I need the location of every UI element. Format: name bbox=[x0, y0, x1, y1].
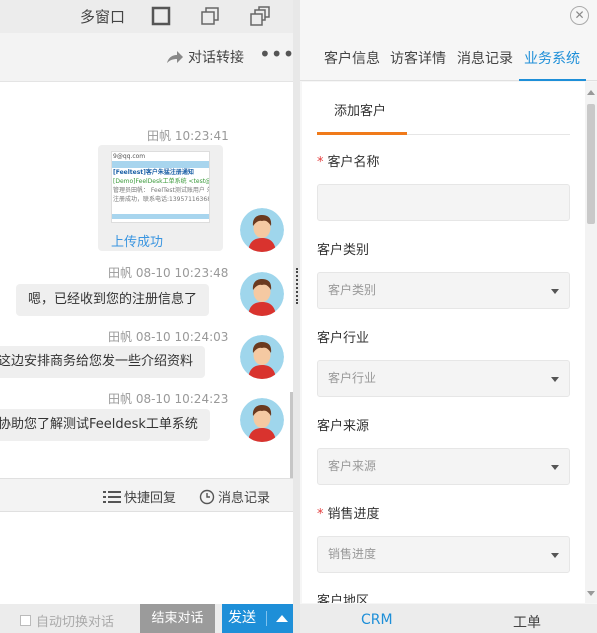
message-meta: 田帆 08-10 10:23:48 bbox=[108, 266, 229, 280]
send-button[interactable]: 发送 bbox=[222, 604, 293, 633]
customer-name-label: * 客户名称 bbox=[317, 151, 380, 170]
auto-switch-checkbox[interactable] bbox=[20, 615, 31, 626]
send-label: 发送 bbox=[228, 610, 256, 626]
sales-progress-select[interactable]: 销售进度 bbox=[317, 536, 570, 573]
text-message: 协助您了解测试Feeldesk工单系统 bbox=[0, 409, 210, 441]
customer-industry-label: 客户行业 bbox=[317, 331, 370, 346]
chat-pane: 多窗口 对话转接 ••• 田帆 10:23:41 9@qq.com [Feelt… bbox=[0, 0, 293, 633]
chat-footer: 自动切换对话 结束对话 发送 bbox=[0, 604, 293, 633]
email-screenshot-thumbnail[interactable]: 9@qq.com [Feeltest]客户朱猛注册通知 [Demo]FeelDe… bbox=[111, 151, 210, 223]
select-placeholder: 销售进度 bbox=[328, 547, 377, 561]
pane-divider[interactable] bbox=[293, 0, 300, 633]
select-placeholder: 客户类别 bbox=[328, 283, 377, 297]
send-options-caret-icon[interactable] bbox=[276, 615, 288, 622]
transfer-chat-button[interactable]: 对话转接 bbox=[166, 46, 244, 68]
transfer-label: 对话转接 bbox=[188, 50, 244, 66]
form-scrollbar[interactable] bbox=[585, 82, 597, 603]
thumb-band bbox=[112, 161, 209, 168]
active-tab-indicator bbox=[519, 79, 586, 81]
scroll-up-icon[interactable] bbox=[587, 90, 595, 95]
image-message[interactable]: 9@qq.com [Feeltest]客户朱猛注册通知 [Demo]FeelDe… bbox=[98, 145, 223, 251]
subtab-active-indicator bbox=[317, 132, 407, 135]
customer-type-select[interactable]: 客户类别 bbox=[317, 272, 570, 309]
add-customer-form: 添加客户 * 客户名称 客户类别 客户类别 客户行业 客户行业 客户来源 客户来源 bbox=[302, 82, 585, 603]
share-arrow-icon bbox=[167, 51, 183, 63]
message-list: 田帆 10:23:41 9@qq.com [Feeltest]客户朱猛注册通知 … bbox=[0, 83, 293, 477]
message-history-button[interactable]: 消息记录 bbox=[199, 487, 270, 506]
thumb-line: [Feeltest]客户朱猛注册通知 bbox=[113, 169, 194, 176]
close-icon[interactable]: ✕ bbox=[570, 6, 589, 25]
scrollbar-thumb[interactable] bbox=[587, 104, 595, 224]
maximize-icon[interactable] bbox=[150, 5, 172, 27]
customer-region-label: 客户地区 bbox=[317, 594, 370, 603]
app-root: 多窗口 对话转接 ••• 田帆 10:23:41 9@qq.com [Feelt… bbox=[0, 0, 597, 633]
chevron-down-icon bbox=[551, 289, 559, 294]
select-placeholder: 客户行业 bbox=[328, 371, 377, 385]
quick-toolbar: 快捷回复 消息记录 bbox=[0, 478, 293, 512]
tab-customer-info[interactable]: 客户信息 bbox=[324, 48, 380, 68]
text-message: 嗯，已经收到您的注册信息了 bbox=[16, 284, 210, 316]
message-compose-area[interactable] bbox=[0, 512, 293, 604]
customer-type-label: 客户类别 bbox=[317, 243, 370, 258]
customer-source-label: 客户来源 bbox=[317, 419, 370, 434]
thumb-line: [Demo]FeelDesk工单系统 <test@fe bbox=[113, 178, 210, 185]
agent-avatar bbox=[240, 272, 284, 316]
message-history-label: 消息记录 bbox=[218, 491, 271, 506]
thumb-band bbox=[112, 214, 209, 219]
crm-button[interactable]: CRM bbox=[361, 612, 393, 628]
customer-source-select[interactable]: 客户来源 bbox=[317, 448, 570, 485]
ticket-button[interactable]: 工单 bbox=[513, 612, 541, 632]
side-panel: ✕ 客户信息 访客详情 消息记录 业务系统 添加客户 * 客户名称 客户类别 客户… bbox=[300, 0, 597, 633]
agent-avatar bbox=[240, 335, 284, 379]
required-marker: * bbox=[317, 507, 324, 522]
chat-header: 对话转接 ••• bbox=[0, 33, 293, 82]
side-panel-header: ✕ bbox=[300, 0, 597, 33]
required-marker: * bbox=[317, 155, 324, 170]
end-chat-button[interactable]: 结束对话 bbox=[140, 604, 215, 633]
auto-switch-label: 自动切换对话 bbox=[36, 615, 115, 630]
list-icon bbox=[103, 490, 121, 503]
quick-reply-button[interactable]: 快捷回复 bbox=[103, 487, 176, 506]
field-label-text: 客户名称 bbox=[327, 155, 380, 170]
tab-visitor-details[interactable]: 访客详情 bbox=[390, 48, 446, 68]
scroll-down-icon[interactable] bbox=[587, 591, 595, 596]
thumb-line: 注册成功，联系电话:13957116368, bbox=[113, 196, 210, 203]
customer-name-input[interactable] bbox=[317, 184, 570, 221]
select-placeholder: 客户来源 bbox=[328, 459, 377, 473]
subtab-add-customer[interactable]: 添加客户 bbox=[334, 100, 386, 119]
chevron-down-icon bbox=[551, 465, 559, 470]
auto-switch-toggle[interactable]: 自动切换对话 bbox=[20, 611, 114, 630]
sales-progress-label: * 销售进度 bbox=[317, 503, 380, 522]
upload-success-text: 上传成功 bbox=[111, 235, 164, 250]
text-message: 这边安排商务给您发一些介绍资料 bbox=[0, 346, 206, 378]
more-options-icon[interactable]: ••• bbox=[259, 42, 293, 66]
chevron-down-icon bbox=[551, 553, 559, 558]
side-panel-tabs: 客户信息 访客详情 消息记录 业务系统 bbox=[300, 33, 597, 81]
cascade-windows-icon[interactable] bbox=[249, 5, 271, 27]
thumb-line: 管理员田帆： FeelTest测试账用户 朱 bbox=[113, 187, 210, 194]
resize-grip-icon[interactable] bbox=[296, 268, 298, 304]
restore-window-icon[interactable] bbox=[199, 5, 221, 27]
tab-message-history[interactable]: 消息记录 bbox=[457, 48, 513, 68]
chevron-down-icon bbox=[551, 377, 559, 382]
agent-avatar bbox=[240, 398, 284, 442]
message-meta: 田帆 08-10 10:24:23 bbox=[108, 392, 229, 406]
clock-icon bbox=[199, 489, 215, 504]
send-divider bbox=[266, 611, 267, 626]
multi-window-button[interactable]: 多窗口 bbox=[80, 6, 125, 27]
window-toolbar: 多窗口 bbox=[0, 0, 293, 33]
agent-avatar bbox=[240, 208, 284, 252]
customer-industry-select[interactable]: 客户行业 bbox=[317, 360, 570, 397]
quick-reply-label: 快捷回复 bbox=[124, 491, 177, 506]
message-meta: 田帆 08-10 10:24:03 bbox=[108, 330, 229, 344]
side-panel-footer: CRM 工单 bbox=[300, 604, 597, 633]
field-label-text: 销售进度 bbox=[327, 507, 380, 522]
tab-business-system[interactable]: 业务系统 bbox=[524, 48, 580, 68]
message-meta: 田帆 10:23:41 bbox=[147, 129, 229, 143]
thumb-line: 9@qq.com bbox=[113, 153, 146, 160]
